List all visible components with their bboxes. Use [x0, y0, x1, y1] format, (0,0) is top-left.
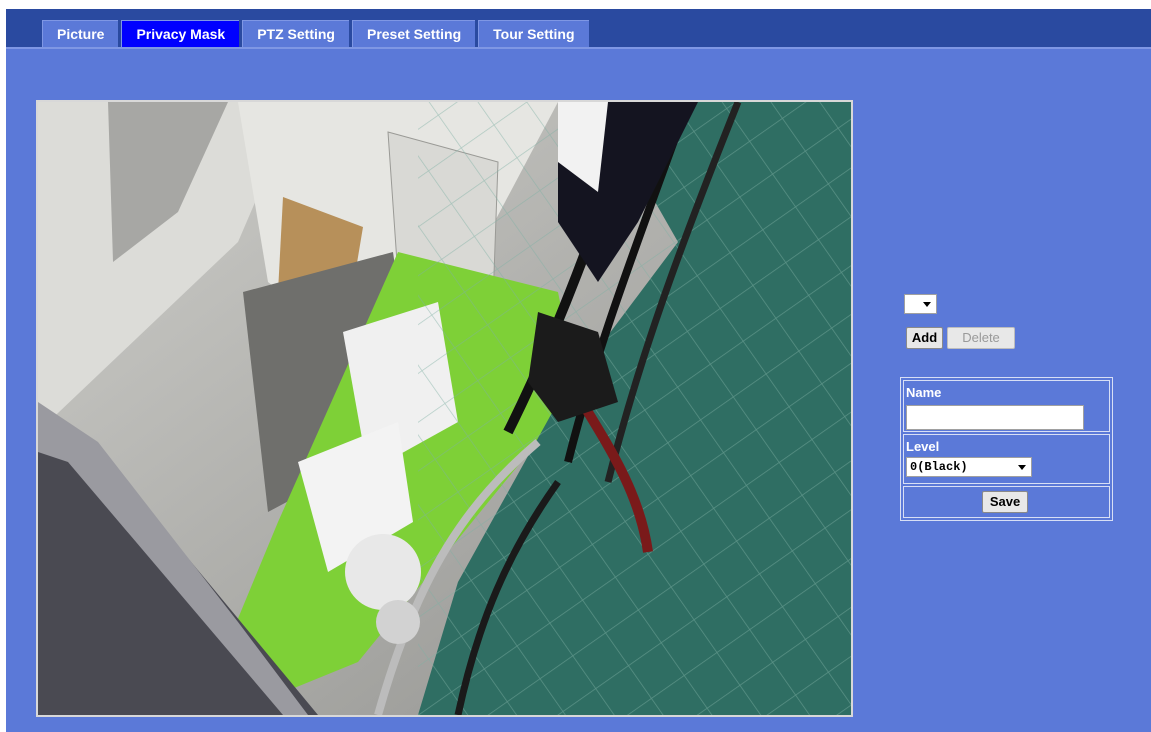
chevron-down-icon: [1018, 465, 1026, 470]
mask-settings-panel: Name Level 0(Black) Save: [900, 377, 1113, 521]
save-row: Save: [903, 486, 1110, 518]
name-row: Name: [903, 380, 1110, 432]
name-label: Name: [906, 385, 942, 400]
delete-button[interactable]: Delete: [947, 327, 1015, 349]
tab-ptz-setting[interactable]: PTZ Setting: [242, 20, 349, 47]
add-button[interactable]: Add: [906, 327, 943, 349]
level-row: Level 0(Black): [903, 434, 1110, 484]
camera-video-feed[interactable]: [36, 100, 853, 717]
mask-list-select[interactable]: [904, 294, 937, 314]
tab-list: Picture Privacy Mask PTZ Setting Preset …: [42, 20, 592, 47]
tab-picture[interactable]: Picture: [42, 20, 119, 47]
tab-bar-divider: [6, 47, 1151, 49]
level-value: 0(Black): [910, 460, 968, 474]
chevron-down-icon: [923, 302, 931, 307]
level-select[interactable]: 0(Black): [906, 457, 1032, 477]
name-input[interactable]: [906, 405, 1084, 430]
level-label: Level: [906, 439, 940, 454]
tab-tour-setting[interactable]: Tour Setting: [478, 20, 589, 47]
tab-privacy-mask[interactable]: Privacy Mask: [121, 20, 240, 47]
save-button[interactable]: Save: [982, 491, 1028, 513]
camera-image: [38, 102, 851, 715]
page-frame: Picture Privacy Mask PTZ Setting Preset …: [6, 9, 1151, 732]
tab-preset-setting[interactable]: Preset Setting: [351, 20, 476, 47]
tab-bar: Picture Privacy Mask PTZ Setting Preset …: [6, 9, 1151, 47]
